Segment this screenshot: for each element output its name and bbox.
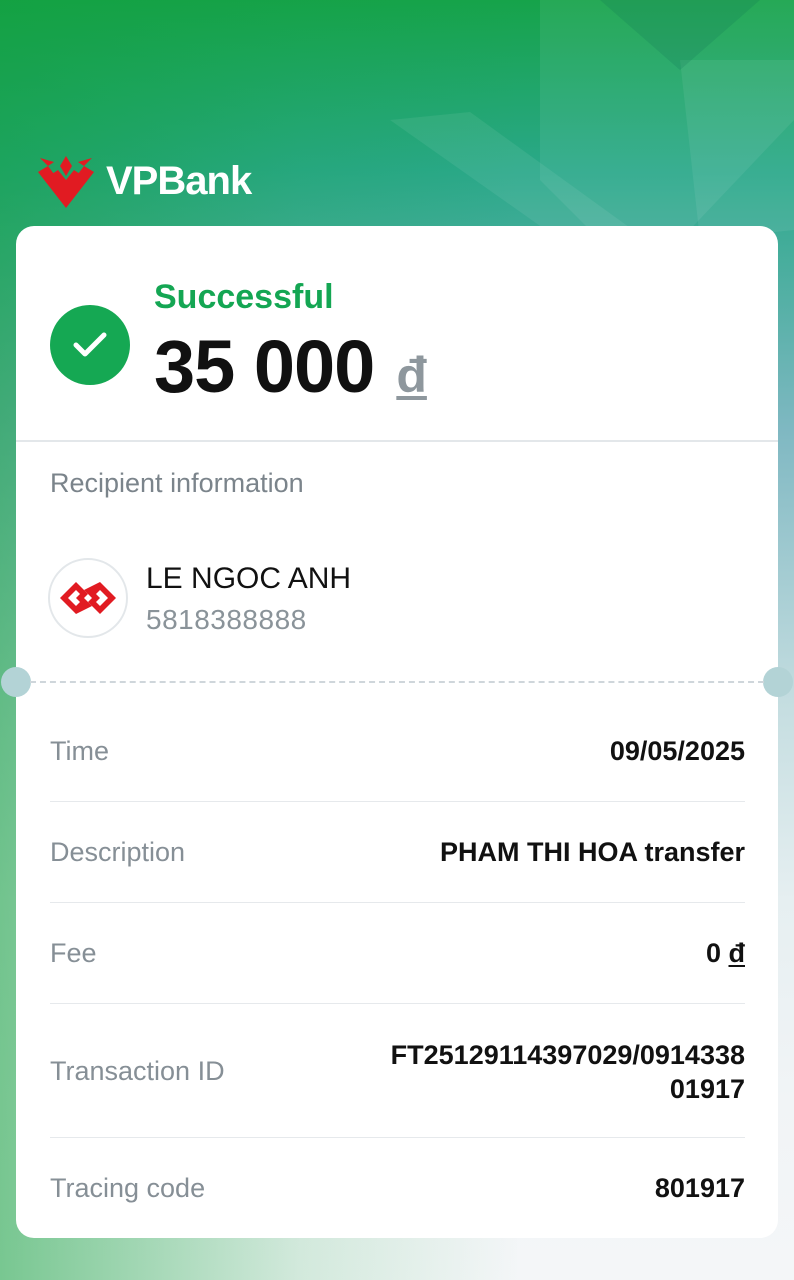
- description-label: Description: [50, 837, 186, 867]
- row-divider: [50, 902, 745, 903]
- vpbank-logo-icon: [38, 156, 94, 208]
- status-text: Successful: [154, 278, 334, 316]
- recipient-bank-avatar: [48, 558, 128, 638]
- description-value: PHAM THI HOA transfer: [439, 837, 745, 867]
- tracing-code-value: 801917: [654, 1173, 745, 1203]
- fee-value: 0 đ: [705, 938, 745, 968]
- amount-currency: đ: [396, 347, 427, 403]
- row-divider: [50, 1137, 745, 1138]
- recipient-account: 5818388888: [146, 604, 307, 635]
- ticket-divider: [30, 681, 764, 683]
- row-divider: [50, 801, 745, 802]
- time-label: Time: [50, 736, 109, 766]
- receipt-card-top: [16, 226, 778, 682]
- transaction-id-value: FT25129114397029/0914338 01917: [390, 1040, 745, 1104]
- header-divider: [16, 440, 778, 442]
- bank-logo-icon: [60, 582, 116, 614]
- time-value: 09/05/2025: [609, 736, 745, 766]
- recipient-name: LE NGOC ANH: [146, 562, 352, 595]
- vpbank-logo: VPBank: [34, 152, 252, 210]
- transaction-id-label: Transaction ID: [50, 1056, 225, 1086]
- check-icon: [73, 332, 107, 357]
- success-badge: [50, 305, 130, 385]
- amount: 35 000 đ: [154, 330, 427, 404]
- brand-name: VPBank: [106, 159, 252, 203]
- fee-label: Fee: [50, 938, 97, 968]
- ticket-notch-left: [1, 667, 31, 697]
- ticket-notch-right: [763, 667, 793, 697]
- row-divider: [50, 1003, 745, 1004]
- tracing-code-label: Tracing code: [50, 1173, 206, 1203]
- recipient-section-label: Recipient information: [50, 468, 304, 498]
- amount-value: 35 000: [154, 325, 375, 408]
